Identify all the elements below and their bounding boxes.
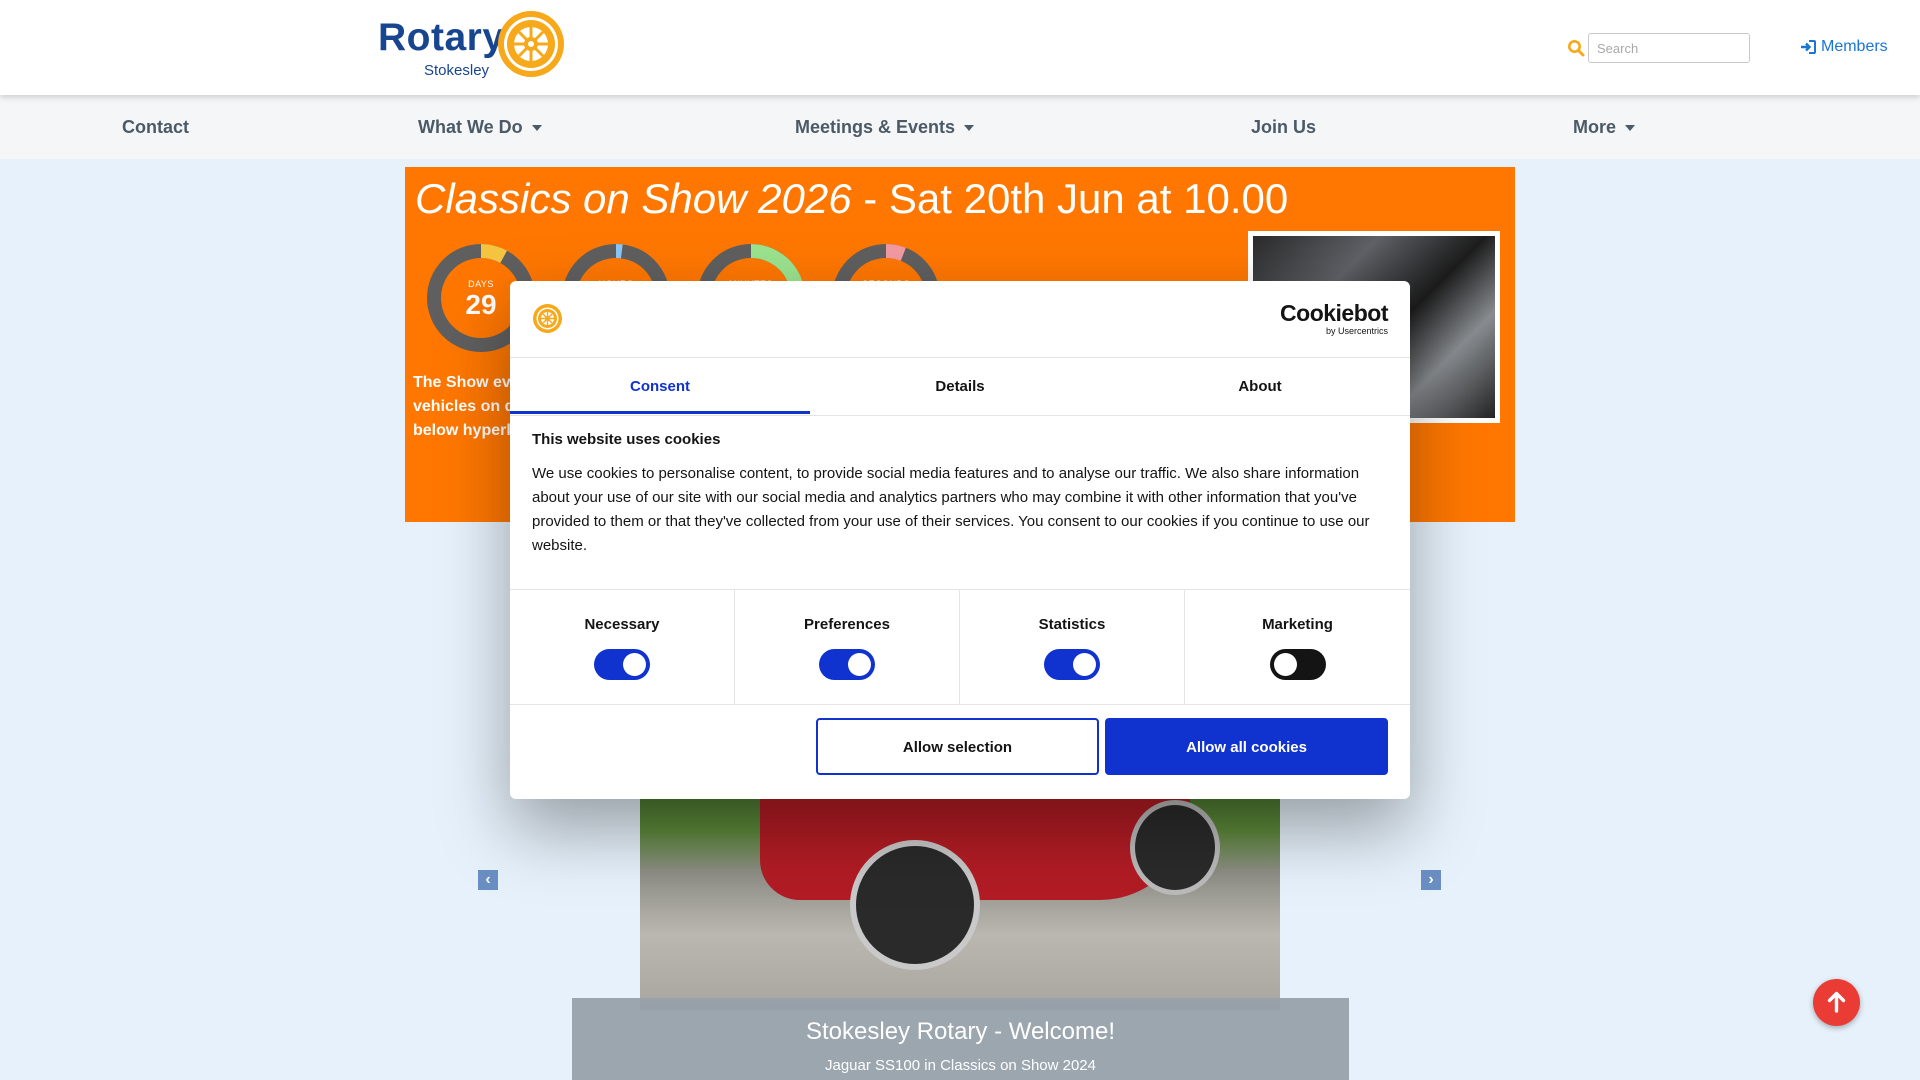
cookiebot-wordmark: Cookiebot bbox=[1280, 300, 1388, 326]
tab-about[interactable]: About bbox=[1110, 358, 1410, 415]
switch-knob bbox=[1073, 653, 1096, 676]
tab-consent-label: Consent bbox=[630, 378, 690, 395]
marketing-switch[interactable] bbox=[1269, 649, 1326, 680]
switch-knob bbox=[848, 653, 871, 676]
toggle-marketing: Marketing bbox=[1185, 590, 1410, 704]
switch-knob bbox=[1273, 653, 1297, 676]
rotary-wheel-icon bbox=[533, 304, 562, 333]
toggle-necessary: Necessary bbox=[510, 590, 735, 704]
dialog-heading: This website uses cookies bbox=[532, 431, 721, 448]
toggle-statistics-label: Statistics bbox=[1038, 616, 1106, 633]
allow-selection-button[interactable]: Allow selection bbox=[816, 718, 1099, 775]
dialog-text: We use cookies to personalise content, t… bbox=[532, 465, 1370, 554]
toggle-necessary-label: Necessary bbox=[584, 616, 660, 633]
dialog-header: Cookiebot by Usercentrics bbox=[510, 281, 1410, 358]
preferences-switch[interactable] bbox=[819, 649, 875, 680]
tab-details-label: Details bbox=[935, 378, 985, 395]
tab-consent[interactable]: Consent bbox=[510, 358, 810, 415]
statistics-switch[interactable] bbox=[1044, 649, 1100, 680]
tab-details[interactable]: Details bbox=[810, 358, 1110, 415]
necessary-switch[interactable] bbox=[594, 649, 650, 680]
toggle-marketing-label: Marketing bbox=[1262, 616, 1333, 633]
cookie-category-toggles: Necessary Preferences Statistics Marketi… bbox=[510, 589, 1410, 705]
dialog-body: This website uses cookies We use cookies… bbox=[532, 431, 1388, 558]
cookiebot-byline: by Usercentrics bbox=[1325, 326, 1388, 336]
cookiebot-logo[interactable]: Cookiebot by Usercentrics bbox=[1280, 302, 1388, 336]
active-tab-indicator bbox=[510, 411, 810, 414]
dialog-tabs: Consent Details About bbox=[510, 358, 1410, 416]
toggle-preferences: Preferences bbox=[735, 590, 960, 704]
toggle-preferences-label: Preferences bbox=[804, 616, 890, 633]
tab-about-label: About bbox=[1238, 378, 1282, 395]
allow-all-cookies-button[interactable]: Allow all cookies bbox=[1105, 718, 1388, 775]
toggle-statistics: Statistics bbox=[960, 590, 1185, 704]
switch-knob bbox=[623, 653, 646, 676]
cookie-consent-dialog: Cookiebot by Usercentrics Consent Detail… bbox=[510, 281, 1410, 799]
